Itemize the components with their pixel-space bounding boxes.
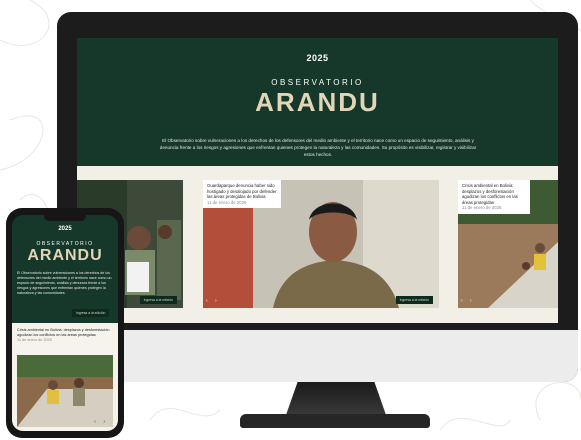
card-3-date: 11 de enero de 2025 bbox=[462, 205, 502, 210]
phone-card-photo bbox=[17, 355, 113, 427]
mobile-phone: 2025 OBSERVATORIO ARANDU El Observatorio… bbox=[6, 208, 124, 438]
card-2-cta[interactable]: Ingresa a la edición bbox=[395, 296, 433, 304]
card-3-title[interactable]: Crisis ambiental en Bolivia: desplazos y… bbox=[462, 183, 526, 205]
phone-year-label: 2025 bbox=[58, 226, 72, 232]
phone-brand-title: ARANDU bbox=[27, 247, 103, 264]
story-card-3[interactable]: Crisis ambiental en Bolivia: desplazos y… bbox=[458, 180, 558, 308]
hero-description: El Observatorio sobre vulneraciones a lo… bbox=[159, 138, 477, 157]
card-2-date: 11 de enero de 2025 bbox=[207, 199, 247, 205]
phone-card-arrows-icon[interactable]: ‹ › bbox=[94, 419, 108, 425]
card-2-title[interactable]: Guardaparque denuncia haber sido hostiga… bbox=[207, 183, 277, 200]
phone-card-caption: Crisis ambiental en Bolivia: desplazos y… bbox=[17, 328, 113, 344]
card-3-caption: Crisis ambiental en Bolivia: desplazos y… bbox=[458, 180, 530, 214]
observatory-label: OBSERVATORIO bbox=[271, 78, 364, 87]
card-3-arrows-icon[interactable]: ‹ › bbox=[461, 298, 475, 304]
phone-story-card[interactable]: Crisis ambiental en Bolivia: desplazos y… bbox=[12, 323, 118, 431]
year-label: 2025 bbox=[306, 53, 329, 63]
desktop-monitor: 2025 OBSERVATORIO ARANDU El Observatorio… bbox=[57, 12, 578, 382]
phone-description: El Observatorio sobre vulneraciones a lo… bbox=[17, 271, 112, 295]
hero-banner: 2025 OBSERVATORIO ARANDU El Observatorio… bbox=[77, 38, 558, 166]
monitor-stand-foot bbox=[240, 414, 430, 428]
phone-notch bbox=[44, 215, 86, 221]
phone-cta[interactable]: Ingresa a la edición bbox=[72, 309, 110, 317]
card-2-caption: Guardaparque denuncia haber sido hostiga… bbox=[203, 180, 281, 208]
monitor-screen: 2025 OBSERVATORIO ARANDU El Observatorio… bbox=[77, 38, 558, 323]
card-1-cta[interactable]: Ingresa a la edición bbox=[139, 296, 177, 304]
phone-card-title[interactable]: Crisis ambiental en Bolivia: desplazos y… bbox=[17, 328, 113, 338]
phone-screen: 2025 OBSERVATORIO ARANDU El Observatorio… bbox=[12, 215, 118, 431]
story-card-2[interactable]: Guardaparque denuncia haber sido hostiga… bbox=[203, 180, 439, 308]
phone-card-date: 11 de enero de 2025 bbox=[17, 338, 52, 343]
brand-title: ARANDU bbox=[255, 87, 380, 117]
card-2-arrows-icon[interactable]: ‹ › bbox=[206, 298, 220, 304]
monitor-chin bbox=[57, 330, 578, 382]
